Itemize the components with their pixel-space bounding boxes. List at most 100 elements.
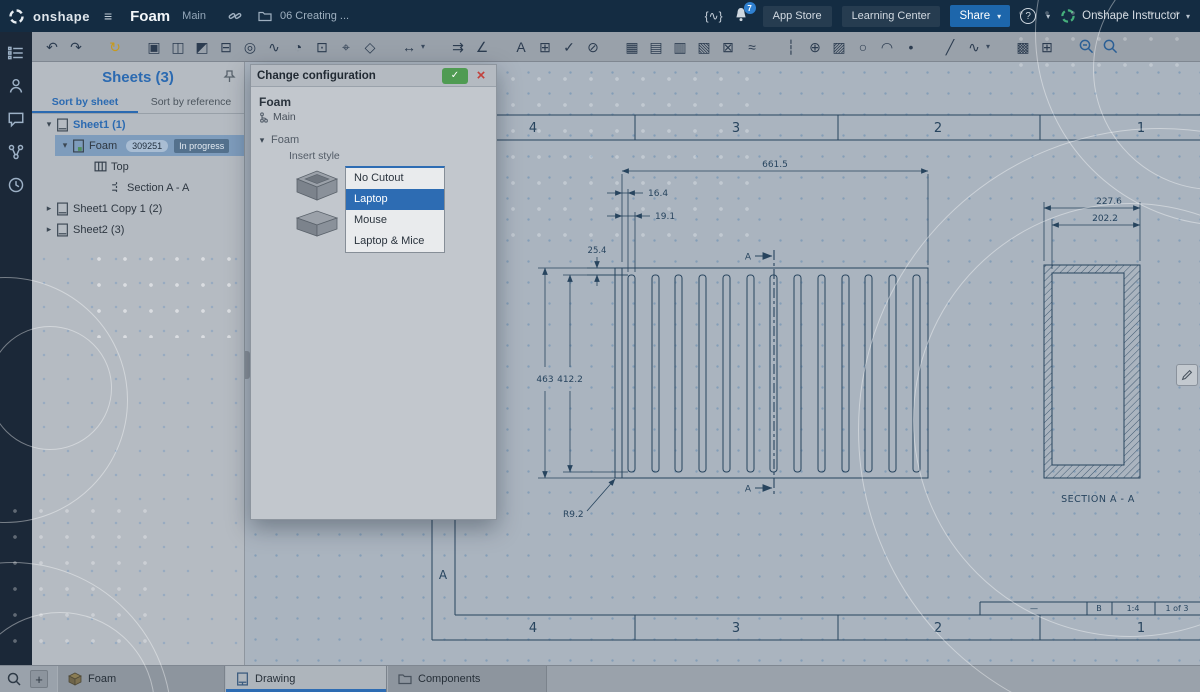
caret-down-icon[interactable]: ▾ bbox=[42, 119, 56, 130]
note-icon[interactable]: A bbox=[509, 33, 533, 61]
section-cut-line[interactable] bbox=[755, 250, 774, 494]
dim-total-height[interactable]: 463 bbox=[536, 375, 553, 385]
geometric-tolerance-icon[interactable]: ✓ bbox=[557, 33, 581, 61]
surface-finish-icon[interactable]: ⊘ bbox=[581, 33, 605, 61]
caret-right-icon[interactable]: ▸ bbox=[42, 203, 56, 214]
undo-icon[interactable]: ↶ bbox=[40, 33, 64, 61]
confirm-button[interactable]: ✓ bbox=[442, 68, 468, 84]
dimension-labels[interactable]: 661.5 16.4 19.1 25.4 463 412.2 R9.2 bbox=[536, 160, 787, 520]
section-view-icon[interactable]: ⊟ bbox=[214, 33, 238, 61]
tab-components[interactable]: Components bbox=[387, 666, 547, 692]
dialog-header[interactable]: Change configuration ✓ × bbox=[251, 65, 496, 87]
history-icon[interactable] bbox=[7, 176, 25, 194]
top-view[interactable] bbox=[615, 268, 928, 478]
weld-table-icon[interactable]: ≈ bbox=[740, 33, 764, 61]
insert-dxf-dwg-icon[interactable]: ⊞ bbox=[1035, 33, 1059, 61]
dim-top-margin[interactable]: 25.4 bbox=[588, 246, 607, 256]
search-tabs-icon[interactable] bbox=[0, 671, 28, 687]
ordinate-dimension-icon[interactable]: ⇉ bbox=[446, 33, 470, 61]
dim-slot-height[interactable]: 412.2 bbox=[557, 375, 583, 385]
arc-icon[interactable]: ◠ bbox=[875, 33, 899, 61]
dimension-icon[interactable]: ↔ bbox=[397, 33, 421, 61]
add-tab-button[interactable]: + bbox=[30, 670, 48, 688]
broken-view-icon[interactable]: ∿ bbox=[262, 33, 286, 61]
option-no-cutout[interactable]: No Cutout bbox=[346, 168, 444, 189]
onshape-logo-icon[interactable] bbox=[8, 8, 25, 25]
app-store-button[interactable]: App Store bbox=[763, 6, 832, 27]
tree-row-top-view[interactable]: Top bbox=[32, 156, 244, 177]
dim-total-width[interactable]: 661.5 bbox=[762, 160, 788, 170]
redo-icon[interactable]: ↷ bbox=[64, 33, 88, 61]
dock-panel-icon[interactable] bbox=[222, 69, 237, 88]
detail-view-icon[interactable]: ◎ bbox=[238, 33, 262, 61]
hatch-icon[interactable]: ▨ bbox=[827, 33, 851, 61]
edit-drawing-button[interactable] bbox=[1176, 364, 1198, 386]
tab-sort-by-reference[interactable]: Sort by reference bbox=[138, 92, 244, 113]
centerline-icon[interactable]: ┆ bbox=[779, 33, 803, 61]
crop-view-icon[interactable]: ⊡ bbox=[310, 33, 334, 61]
option-laptop-and-mice[interactable]: Laptop & Mice bbox=[346, 231, 444, 252]
caret-down-icon[interactable]: ▾ bbox=[58, 140, 72, 151]
center-mark-icon[interactable]: ⊕ bbox=[803, 33, 827, 61]
option-laptop[interactable]: Laptop bbox=[346, 189, 444, 210]
dim-corner-radius[interactable]: R9.2 bbox=[563, 510, 584, 520]
tree-row-sheet1-copy[interactable]: ▸ Sheet1 Copy 1 (2) bbox=[32, 198, 244, 219]
dimension-lines[interactable] bbox=[538, 171, 928, 511]
tree-row-section-view[interactable]: Section A - A bbox=[32, 177, 244, 198]
circle-icon[interactable]: ○ bbox=[851, 33, 875, 61]
comments-icon[interactable] bbox=[7, 110, 25, 128]
account-menu[interactable]: Onshape Instructor ▾ bbox=[1060, 8, 1190, 24]
option-mouse[interactable]: Mouse bbox=[346, 210, 444, 231]
section-view[interactable]: 227.6 202.2 SECTION A - A bbox=[1044, 197, 1140, 505]
document-title[interactable]: Foam bbox=[130, 8, 170, 25]
link-icon[interactable] bbox=[228, 9, 242, 23]
revision-table-icon[interactable]: ⊠ bbox=[716, 33, 740, 61]
tree-row-foam[interactable]: ▾ Foam 309251 In progress bbox=[32, 135, 244, 156]
callout-icon[interactable]: ⊞ bbox=[533, 33, 557, 61]
tree-row-sheet1[interactable]: ▾ Sheet1 (1) bbox=[32, 114, 244, 135]
sketch-menu-caret-icon[interactable]: ▾ bbox=[986, 42, 996, 51]
help-caret-icon[interactable]: ▾ bbox=[1046, 12, 1050, 21]
close-button[interactable]: × bbox=[472, 68, 490, 84]
tab-foam-part-studio[interactable]: Foam bbox=[57, 666, 225, 692]
break-out-section-icon[interactable]: ◔ bbox=[286, 33, 310, 61]
cut-list-table-icon[interactable]: ▧ bbox=[692, 33, 716, 61]
zoom-window-icon[interactable] bbox=[1074, 38, 1098, 55]
share-button[interactable]: Share ▾ bbox=[950, 5, 1010, 27]
line-icon[interactable]: ╱ bbox=[938, 33, 962, 61]
angular-dimension-icon[interactable]: ∠ bbox=[470, 33, 494, 61]
workspace-label[interactable]: Main bbox=[182, 10, 206, 22]
translate-view-icon[interactable]: ⌖ bbox=[334, 33, 358, 61]
dim-slot-offset-2[interactable]: 19.1 bbox=[655, 212, 675, 222]
dimension-menu-caret-icon[interactable]: ▾ bbox=[421, 42, 431, 51]
table-icon[interactable]: ▦ bbox=[620, 33, 644, 61]
dim-section-width-inner[interactable]: 202.2 bbox=[1092, 214, 1118, 224]
config-section-header[interactable]: ▾ Foam bbox=[257, 134, 496, 146]
auxiliary-view-icon[interactable]: ◩ bbox=[190, 33, 214, 61]
notifications-bell-icon[interactable]: 7 bbox=[733, 6, 753, 26]
follow-mode-icon[interactable] bbox=[7, 77, 25, 95]
update-views-icon[interactable]: ↻ bbox=[103, 33, 127, 61]
tab-sort-by-sheet[interactable]: Sort by sheet bbox=[32, 92, 138, 113]
hole-table-icon[interactable]: ▤ bbox=[644, 33, 668, 61]
tree-row-sheet2[interactable]: ▸ Sheet2 (3) bbox=[32, 219, 244, 240]
caret-right-icon[interactable]: ▸ bbox=[42, 224, 56, 235]
help-button[interactable]: ? bbox=[1020, 8, 1036, 24]
tab-drawing[interactable]: Drawing bbox=[225, 666, 387, 692]
show-hidden-edges-icon[interactable]: ◇ bbox=[358, 33, 382, 61]
insert-image-icon[interactable]: ▩ bbox=[1011, 33, 1035, 61]
learning-center-button[interactable]: Learning Center bbox=[842, 6, 941, 27]
bom-table-icon[interactable]: ▥ bbox=[668, 33, 692, 61]
breadcrumb[interactable]: 06 Creating ... bbox=[280, 10, 349, 22]
sheets-panel-icon[interactable] bbox=[7, 44, 25, 62]
zoom-fit-icon[interactable] bbox=[1098, 38, 1122, 55]
dim-slot-offset-1[interactable]: 16.4 bbox=[648, 189, 668, 199]
featurescript-icon[interactable]: {∿} bbox=[705, 9, 723, 23]
insert-view-icon[interactable]: ▣ bbox=[142, 33, 166, 61]
references-icon[interactable] bbox=[7, 143, 25, 161]
projected-view-icon[interactable]: ◫ bbox=[166, 33, 190, 61]
spline-icon[interactable]: ∿ bbox=[962, 33, 986, 61]
main-menu-icon[interactable]: ≡ bbox=[104, 8, 112, 24]
dim-section-width-outer[interactable]: 227.6 bbox=[1096, 197, 1122, 207]
point-icon[interactable]: • bbox=[899, 33, 923, 61]
